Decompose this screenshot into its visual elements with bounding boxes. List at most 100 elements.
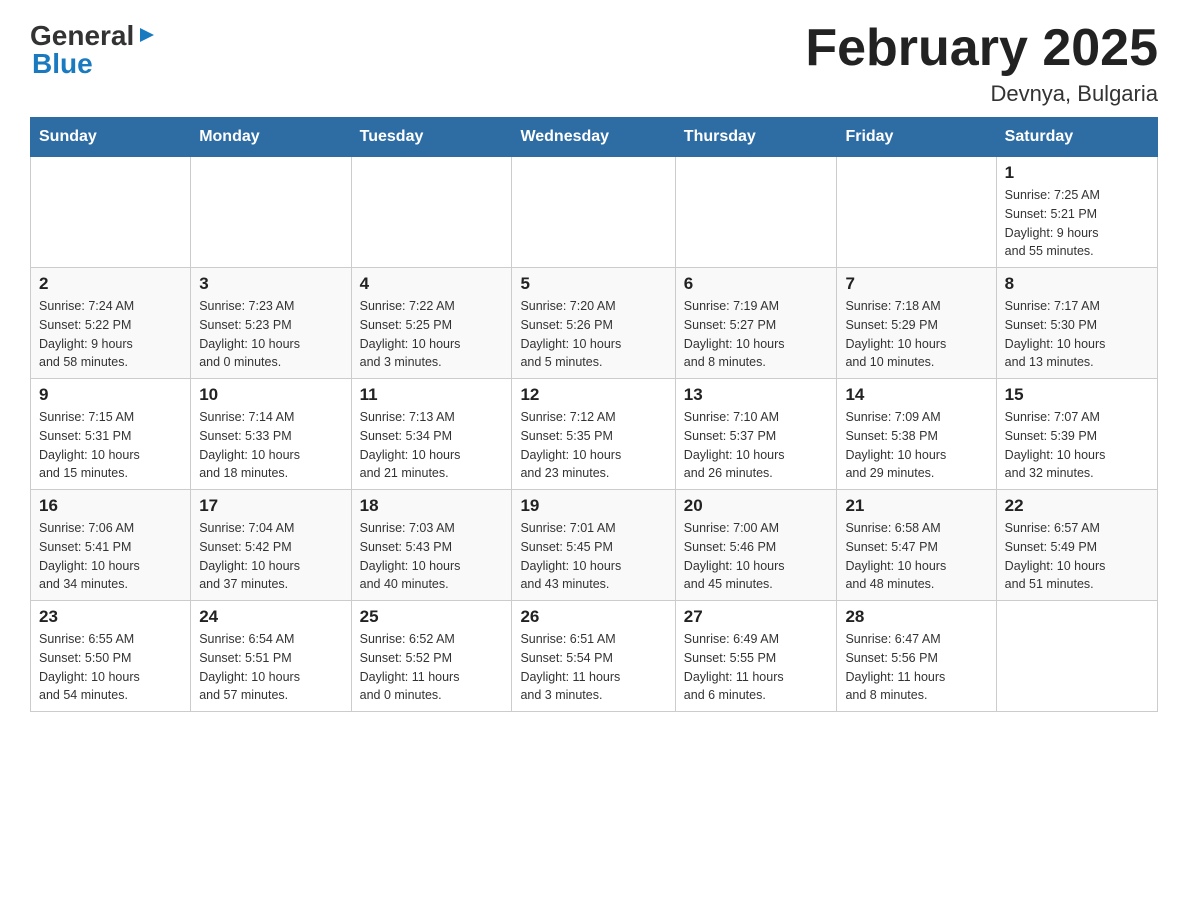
calendar-cell: 10 Sunrise: 7:14 AM Sunset: 5:33 PM Dayli… — [191, 379, 351, 490]
week-row-0: 1 Sunrise: 7:25 AM Sunset: 5:21 PM Daylig… — [31, 157, 1158, 268]
week-row-4: 23 Sunrise: 6:55 AM Sunset: 5:50 PM Dayli… — [31, 601, 1158, 712]
day-number: 5 — [520, 274, 666, 294]
calendar-cell: 18Sunrise: 7:03 AM Sunset: 5:43 PM Dayli… — [351, 490, 512, 601]
day-info: Sunrise: 6:55 AM Sunset: 5:50 PM Dayligh… — [39, 630, 182, 705]
day-number: 16 — [39, 496, 182, 516]
day-info: Sunrise: 7:12 AM Sunset: 5:35 PM Dayligh… — [520, 408, 666, 483]
day-number: 9 — [39, 385, 182, 405]
calendar-table: SundayMondayTuesdayWednesdayThursdayFrid… — [30, 117, 1158, 712]
calendar-cell — [675, 157, 837, 268]
day-info: Sunrise: 7:24 AM Sunset: 5:22 PM Dayligh… — [39, 297, 182, 372]
calendar-cell: 22Sunrise: 6:57 AM Sunset: 5:49 PM Dayli… — [996, 490, 1157, 601]
calendar-header-row: SundayMondayTuesdayWednesdayThursdayFrid… — [31, 118, 1158, 157]
day-info: Sunrise: 6:54 AM Sunset: 5:51 PM Dayligh… — [199, 630, 342, 705]
col-header-monday: Monday — [191, 118, 351, 157]
calendar-cell: 8 Sunrise: 7:17 AM Sunset: 5:30 PM Daylig… — [996, 268, 1157, 379]
day-number: 23 — [39, 607, 182, 627]
calendar-cell: 14 Sunrise: 7:09 AM Sunset: 5:38 PM Dayli… — [837, 379, 996, 490]
day-info: Sunrise: 7:18 AM Sunset: 5:29 PM Dayligh… — [845, 297, 987, 372]
calendar-cell: 19 Sunrise: 7:01 AM Sunset: 5:45 PM Dayli… — [512, 490, 675, 601]
day-number: 2 — [39, 274, 182, 294]
calendar-cell: 6 Sunrise: 7:19 AM Sunset: 5:27 PM Daylig… — [675, 268, 837, 379]
calendar-cell — [996, 601, 1157, 712]
day-number: 7 — [845, 274, 987, 294]
logo: General Blue — [30, 20, 158, 80]
calendar-cell: 1 Sunrise: 7:25 AM Sunset: 5:21 PM Daylig… — [996, 157, 1157, 268]
week-row-2: 9 Sunrise: 7:15 AM Sunset: 5:31 PM Daylig… — [31, 379, 1158, 490]
location: Devnya, Bulgaria — [805, 81, 1158, 107]
calendar-cell — [191, 157, 351, 268]
col-header-sunday: Sunday — [31, 118, 191, 157]
calendar-cell: 27 Sunrise: 6:49 AM Sunset: 5:55 PM Dayli… — [675, 601, 837, 712]
calendar-cell: 11 Sunrise: 7:13 AM Sunset: 5:34 PM Dayli… — [351, 379, 512, 490]
day-info: Sunrise: 7:15 AM Sunset: 5:31 PM Dayligh… — [39, 408, 182, 483]
day-number: 8 — [1005, 274, 1149, 294]
day-number: 26 — [520, 607, 666, 627]
day-number: 14 — [845, 385, 987, 405]
calendar-cell: 13Sunrise: 7:10 AM Sunset: 5:37 PM Dayli… — [675, 379, 837, 490]
day-number: 4 — [360, 274, 504, 294]
calendar-cell: 12 Sunrise: 7:12 AM Sunset: 5:35 PM Dayli… — [512, 379, 675, 490]
day-number: 11 — [360, 385, 504, 405]
day-number: 12 — [520, 385, 666, 405]
day-info: Sunrise: 7:17 AM Sunset: 5:30 PM Dayligh… — [1005, 297, 1149, 372]
calendar-cell: 5 Sunrise: 7:20 AM Sunset: 5:26 PM Daylig… — [512, 268, 675, 379]
calendar-cell: 7 Sunrise: 7:18 AM Sunset: 5:29 PM Daylig… — [837, 268, 996, 379]
day-info: Sunrise: 6:58 AM Sunset: 5:47 PM Dayligh… — [845, 519, 987, 594]
day-info: Sunrise: 7:14 AM Sunset: 5:33 PM Dayligh… — [199, 408, 342, 483]
day-info: Sunrise: 7:22 AM Sunset: 5:25 PM Dayligh… — [360, 297, 504, 372]
calendar-cell: 26 Sunrise: 6:51 AM Sunset: 5:54 PM Dayli… — [512, 601, 675, 712]
page-header: General Blue February 2025 Devnya, Bulga… — [30, 20, 1158, 107]
calendar-cell: 15 Sunrise: 7:07 AM Sunset: 5:39 PM Dayli… — [996, 379, 1157, 490]
week-row-3: 16Sunrise: 7:06 AM Sunset: 5:41 PM Dayli… — [31, 490, 1158, 601]
logo-blue: Blue — [32, 48, 93, 80]
calendar-cell: 25 Sunrise: 6:52 AM Sunset: 5:52 PM Dayli… — [351, 601, 512, 712]
calendar-cell: 28 Sunrise: 6:47 AM Sunset: 5:56 PM Dayli… — [837, 601, 996, 712]
day-number: 6 — [684, 274, 829, 294]
calendar-cell: 17 Sunrise: 7:04 AM Sunset: 5:42 PM Dayli… — [191, 490, 351, 601]
day-info: Sunrise: 7:09 AM Sunset: 5:38 PM Dayligh… — [845, 408, 987, 483]
col-header-tuesday: Tuesday — [351, 118, 512, 157]
col-header-thursday: Thursday — [675, 118, 837, 157]
day-info: Sunrise: 7:20 AM Sunset: 5:26 PM Dayligh… — [520, 297, 666, 372]
day-number: 19 — [520, 496, 666, 516]
day-info: Sunrise: 7:00 AM Sunset: 5:46 PM Dayligh… — [684, 519, 829, 594]
day-info: Sunrise: 7:01 AM Sunset: 5:45 PM Dayligh… — [520, 519, 666, 594]
day-number: 15 — [1005, 385, 1149, 405]
day-number: 22 — [1005, 496, 1149, 516]
day-info: Sunrise: 7:10 AM Sunset: 5:37 PM Dayligh… — [684, 408, 829, 483]
calendar-cell: 2 Sunrise: 7:24 AM Sunset: 5:22 PM Daylig… — [31, 268, 191, 379]
day-number: 20 — [684, 496, 829, 516]
day-info: Sunrise: 7:03 AM Sunset: 5:43 PM Dayligh… — [360, 519, 504, 594]
day-number: 17 — [199, 496, 342, 516]
week-row-1: 2 Sunrise: 7:24 AM Sunset: 5:22 PM Daylig… — [31, 268, 1158, 379]
col-header-friday: Friday — [837, 118, 996, 157]
day-info: Sunrise: 7:19 AM Sunset: 5:27 PM Dayligh… — [684, 297, 829, 372]
calendar-cell: 3Sunrise: 7:23 AM Sunset: 5:23 PM Daylig… — [191, 268, 351, 379]
calendar-cell — [512, 157, 675, 268]
calendar-cell: 16Sunrise: 7:06 AM Sunset: 5:41 PM Dayli… — [31, 490, 191, 601]
day-number: 10 — [199, 385, 342, 405]
calendar-cell: 20 Sunrise: 7:00 AM Sunset: 5:46 PM Dayli… — [675, 490, 837, 601]
day-number: 27 — [684, 607, 829, 627]
day-info: Sunrise: 7:04 AM Sunset: 5:42 PM Dayligh… — [199, 519, 342, 594]
calendar-cell: 21 Sunrise: 6:58 AM Sunset: 5:47 PM Dayli… — [837, 490, 996, 601]
day-info: Sunrise: 7:25 AM Sunset: 5:21 PM Dayligh… — [1005, 186, 1149, 261]
day-info: Sunrise: 6:49 AM Sunset: 5:55 PM Dayligh… — [684, 630, 829, 705]
day-info: Sunrise: 7:07 AM Sunset: 5:39 PM Dayligh… — [1005, 408, 1149, 483]
day-info: Sunrise: 6:51 AM Sunset: 5:54 PM Dayligh… — [520, 630, 666, 705]
day-info: Sunrise: 7:23 AM Sunset: 5:23 PM Dayligh… — [199, 297, 342, 372]
day-number: 21 — [845, 496, 987, 516]
col-header-saturday: Saturday — [996, 118, 1157, 157]
day-number: 25 — [360, 607, 504, 627]
day-number: 1 — [1005, 163, 1149, 183]
day-number: 28 — [845, 607, 987, 627]
calendar-cell — [31, 157, 191, 268]
calendar-cell — [351, 157, 512, 268]
day-info: Sunrise: 7:13 AM Sunset: 5:34 PM Dayligh… — [360, 408, 504, 483]
day-info: Sunrise: 6:47 AM Sunset: 5:56 PM Dayligh… — [845, 630, 987, 705]
day-info: Sunrise: 6:52 AM Sunset: 5:52 PM Dayligh… — [360, 630, 504, 705]
calendar-cell: 9 Sunrise: 7:15 AM Sunset: 5:31 PM Daylig… — [31, 379, 191, 490]
month-title: February 2025 — [805, 20, 1158, 77]
calendar-cell: 24Sunrise: 6:54 AM Sunset: 5:51 PM Dayli… — [191, 601, 351, 712]
